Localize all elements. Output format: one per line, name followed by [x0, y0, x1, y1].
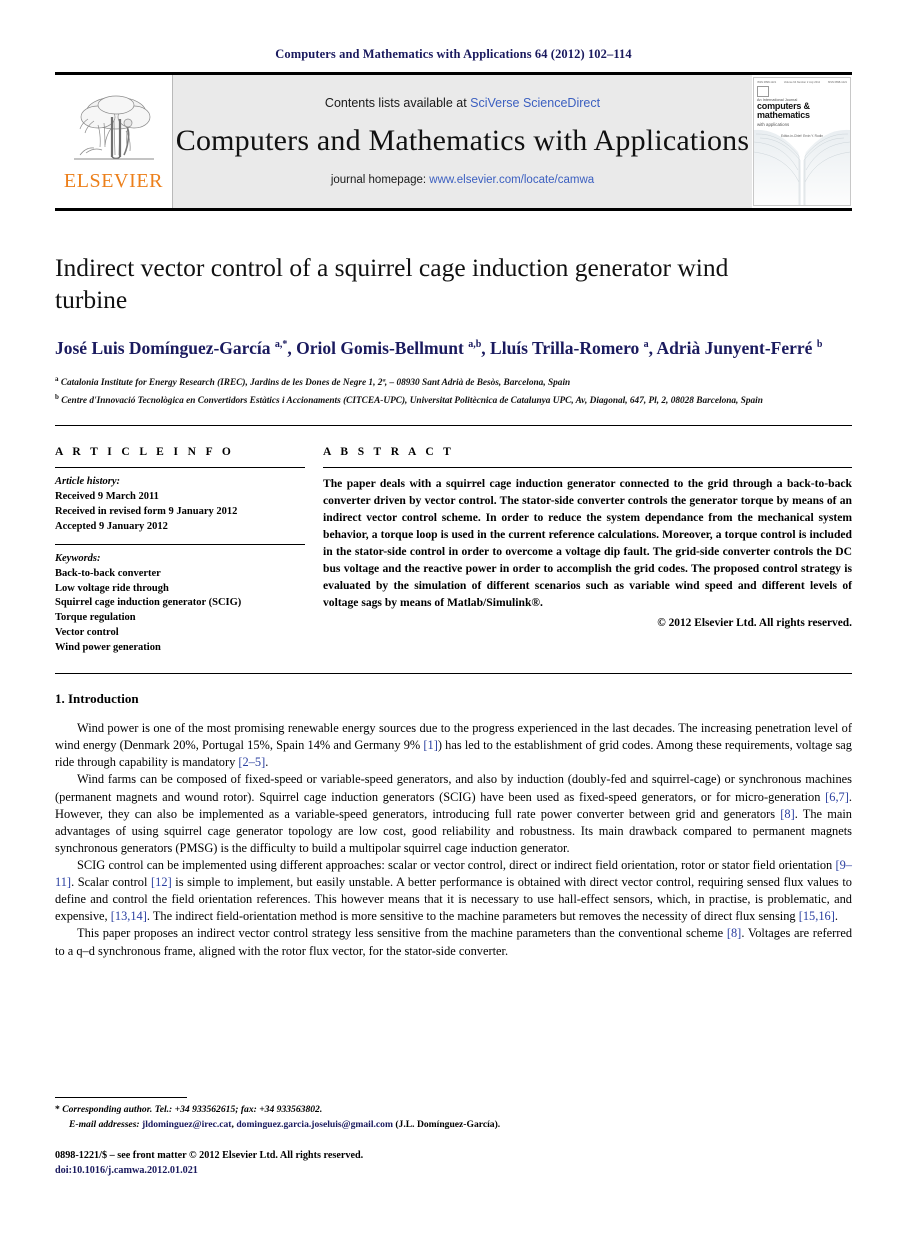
article-history-label: Article history:: [55, 476, 121, 488]
email-label: E-mail addresses:: [69, 1118, 140, 1130]
citation-link[interactable]: [12]: [151, 875, 172, 889]
email-attribution: (J.L. Domínguez-García).: [395, 1118, 501, 1130]
contents-prefix: Contents lists available at: [324, 95, 471, 110]
article-info-column: A R T I C L E I N F O Article history: R…: [55, 446, 323, 656]
section-heading-introduction: 1. Introduction: [55, 691, 139, 707]
affiliation-a-text: Catalonia Institute for Energy Research …: [60, 378, 571, 389]
citation-link[interactable]: [8]: [727, 926, 741, 940]
abstract-text: The paper deals with a squirrel cage ind…: [323, 477, 852, 609]
abstract-column: A B S T R A C T The paper deals with a s…: [323, 446, 852, 656]
history-item: Received in revised form 9 January 2012: [55, 505, 238, 517]
masthead-center: Contents lists available at SciVerse Sci…: [173, 75, 752, 208]
sciencedirect-link[interactable]: SciVerse ScienceDirect: [470, 96, 600, 110]
masthead-bottom-rule: [55, 208, 852, 211]
affiliation-list: a Catalonia Institute for Energy Researc…: [55, 374, 852, 408]
homepage-link[interactable]: www.elsevier.com/locate/camwa: [429, 174, 594, 186]
article-info-heading: A R T I C L E I N F O: [55, 446, 235, 459]
footnote-rule: [55, 1097, 187, 1099]
citation-link[interactable]: [13,14]: [111, 909, 147, 923]
keyword-item: Squirrel cage induction generator (SCIG): [55, 597, 242, 609]
cover-volume: Volume 64 Number 2 July 2012: [783, 81, 821, 84]
corresponding-marker: *: [55, 1104, 60, 1116]
cover-publisher-badge: [757, 86, 769, 97]
corresponding-author-note: * Corresponding author. Tel.: +34 933562…: [55, 1103, 852, 1117]
doi-link[interactable]: doi:10.1016/j.camwa.2012.01.021: [55, 1164, 852, 1178]
cover-issn-left: ISSN 0898-1221: [757, 81, 777, 84]
issn-line: 0898-1221/$ – see front matter © 2012 El…: [55, 1150, 364, 1162]
keyword-item: Back-to-back converter: [55, 567, 161, 579]
page-title: Indirect vector control of a squirrel ca…: [55, 253, 729, 315]
paper-page: Computers and Mathematics with Applicati…: [0, 0, 907, 1238]
citation-link[interactable]: [6,7]: [825, 790, 849, 804]
keyword-item: Wind power generation: [55, 642, 161, 654]
history-item: Received 9 March 2011: [55, 491, 159, 503]
author-list: José Luis Domínguez-García a,*, Oriol Go…: [55, 338, 823, 359]
info-top-rule: [55, 425, 852, 427]
keyword-item: Vector control: [55, 627, 119, 639]
abstract-copyright: © 2012 Elsevier Ltd. All rights reserved…: [657, 616, 852, 629]
footnote-area: * Corresponding author. Tel.: +34 933562…: [55, 1097, 852, 1178]
elsevier-wordmark: ELSEVIER: [63, 169, 164, 192]
citation-link[interactable]: [15,16]: [799, 909, 835, 923]
body-text: Wind power is one of the most promising …: [55, 720, 852, 960]
abstract-heading: A B S T R A C T: [323, 446, 455, 459]
contents-lists-line: Contents lists available at SciVerse Sci…: [325, 96, 600, 110]
elsevier-tree-icon: [73, 95, 154, 160]
affiliation-b: b Centre d'Innovació Tecnològica en Conv…: [55, 392, 763, 406]
citation-link[interactable]: [9–11]: [55, 858, 852, 889]
keywords-label: Keywords:: [55, 552, 101, 564]
email-note: E-mail addresses: jldominguez@irec.cat, …: [69, 1118, 501, 1130]
cover-subtitle: with applications: [757, 121, 790, 127]
cover-title-line2: mathematics: [757, 110, 810, 121]
keywords-block: Keywords: Back-to-back converter Low vol…: [55, 545, 305, 656]
article-history-block: Article history: Received 9 March 2011 R…: [55, 468, 305, 535]
email-link-1[interactable]: jldominguez@irec.cat: [142, 1119, 231, 1130]
info-abstract-row: A R T I C L E I N F O Article history: R…: [55, 446, 852, 656]
body-paragraph: Wind farms can be composed of fixed-spee…: [55, 772, 853, 855]
cover-top-bar: ISSN 0898-1221 Volume 64 Number 2 July 2…: [754, 78, 850, 84]
journal-title: Computers and Mathematics with Applicati…: [175, 123, 750, 157]
elsevier-logo: ELSEVIER: [55, 75, 173, 208]
homepage-prefix: journal homepage:: [330, 173, 430, 186]
history-item: Accepted 9 January 2012: [55, 520, 168, 532]
issn-copyright-block: 0898-1221/$ – see front matter © 2012 El…: [55, 1149, 852, 1178]
keyword-item: Low voltage ride through: [55, 582, 169, 594]
cover-editor: Editor-in-Chief: Ervin Y. Rodin: [780, 133, 824, 138]
citation-link[interactable]: [2–5]: [238, 755, 265, 769]
cover-issn-right: ISSN 0898-1221: [827, 81, 847, 84]
cover-image: ISSN 0898-1221 Volume 64 Number 2 July 2…: [753, 77, 851, 206]
body-paragraph: SCIG control can be implemented using di…: [55, 857, 852, 924]
corresponding-author-text: Corresponding author. Tel.: +34 93356261…: [62, 1104, 323, 1116]
body-paragraph: Wind power is one of the most promising …: [55, 721, 853, 770]
citation-link[interactable]: [8]: [780, 807, 794, 821]
journal-masthead: ELSEVIER Contents lists available at Sci…: [55, 75, 852, 208]
email-link-2[interactable]: dominguez.garcia.joseluis@gmail.com: [236, 1119, 393, 1130]
keyword-item: Torque regulation: [55, 612, 136, 624]
body-paragraph: This paper proposes an indirect vector c…: [55, 926, 853, 958]
citation-link[interactable]: [1]: [423, 738, 437, 752]
affiliation-b-text: Centre d'Innovació Tecnològica en Conver…: [61, 395, 763, 406]
body-top-rule: [55, 673, 852, 675]
affiliation-a: a Catalonia Institute for Energy Researc…: [55, 375, 571, 389]
journal-cover-thumbnail: ISSN 0898-1221 Volume 64 Number 2 July 2…: [752, 75, 852, 208]
running-head: Computers and Mathematics with Applicati…: [275, 47, 632, 61]
journal-homepage-line: journal homepage: www.elsevier.com/locat…: [331, 174, 594, 186]
